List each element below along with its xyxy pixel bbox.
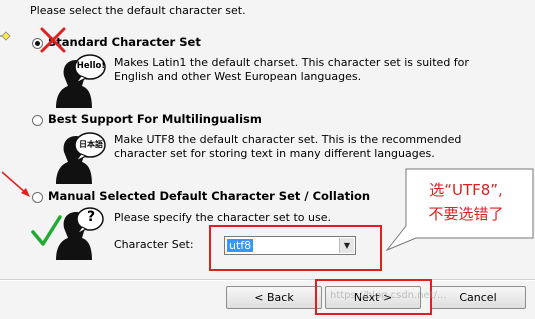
footer-divider-highlight xyxy=(0,280,535,281)
callout-line1: 选“UTF8”, xyxy=(429,181,503,199)
question-bubble-text: ? xyxy=(86,209,96,225)
diamond-marker-icon xyxy=(0,30,12,42)
highlight-box-charset xyxy=(209,225,382,271)
option-standard-label: Standard Character Set xyxy=(48,35,201,49)
character-set-label: Character Set: xyxy=(114,238,194,251)
red-arrow-icon xyxy=(0,170,34,200)
instruction-text: Please select the default character set. xyxy=(30,4,246,17)
watermark-text: https://blog.csdn.net/... xyxy=(330,290,447,301)
option-manual-desc-line1: Please specify the character set to use. xyxy=(114,211,331,224)
option-manual-label: Manual Selected Default Character Set / … xyxy=(48,189,371,203)
option-multilingual-label: Best Support For Multilingualism xyxy=(48,112,262,126)
back-button[interactable]: < Back xyxy=(226,286,322,309)
person-japanese-icon xyxy=(54,128,108,184)
radio-multilingual[interactable] xyxy=(32,115,43,126)
option-standard-desc-line1: Makes Latin1 the default charset. This c… xyxy=(114,56,469,69)
japanese-bubble-text: 日本語 xyxy=(79,140,103,149)
option-standard-desc-line2: English and other West European language… xyxy=(114,70,362,83)
radio-manual-charset[interactable] xyxy=(32,192,43,203)
red-cross-icon xyxy=(38,26,68,54)
option-multilingual-desc-line1: Make UTF8 the default character set. Thi… xyxy=(114,133,462,146)
callout-text: 选“UTF8”, 不要选错了 xyxy=(406,178,526,226)
callout-line2: 不要选错了 xyxy=(428,205,504,223)
option-multilingual-desc-line2: character set for storing text in many d… xyxy=(114,147,435,160)
hello-bubble-text: Hello! xyxy=(76,61,106,71)
